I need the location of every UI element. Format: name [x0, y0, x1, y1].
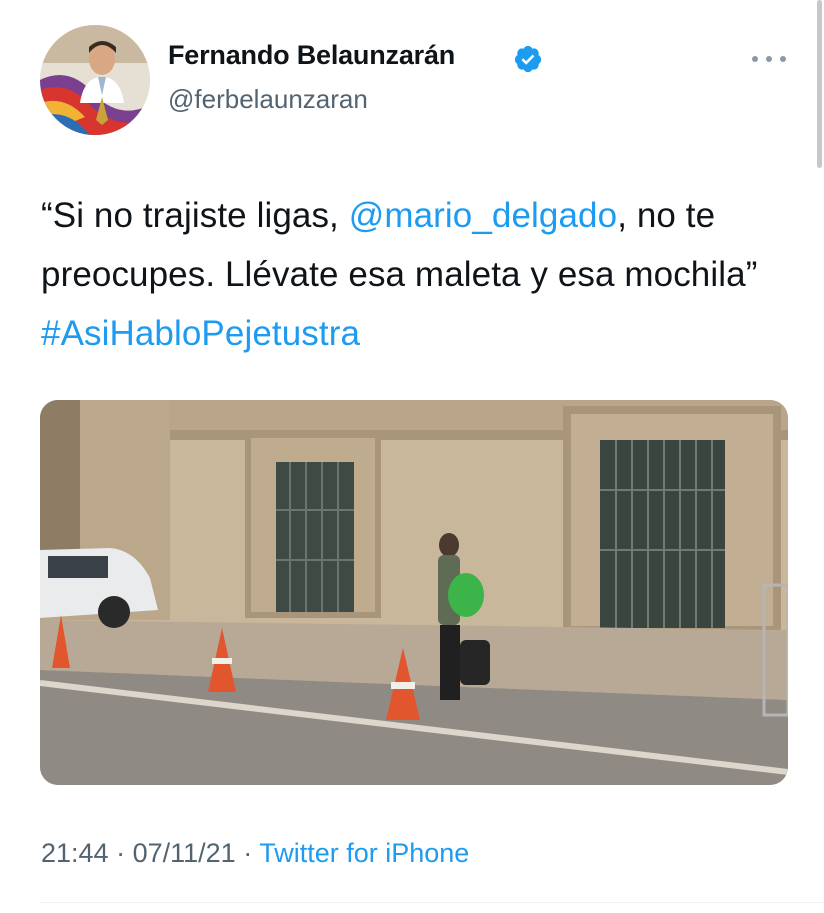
avatar[interactable] [40, 25, 150, 135]
profile-photo-icon [40, 25, 150, 135]
tweet-text-part: “Si no trajiste ligas, [41, 196, 349, 235]
dot-icon [752, 56, 758, 62]
tweet-time[interactable]: 21:44 [41, 838, 109, 868]
dot-icon [780, 56, 786, 62]
tweet-meta: 21:44 · 07/11/21 · Twitter for iPhone [41, 838, 469, 869]
tweet-date[interactable]: 07/11/21 [133, 838, 236, 868]
hashtag-link[interactable]: #AsiHabloPejetustra [41, 314, 360, 353]
more-options-icon[interactable] [752, 52, 786, 66]
verified-badge-icon [514, 45, 542, 73]
tweet-source-link[interactable]: Twitter for iPhone [259, 838, 469, 868]
author-username[interactable]: @ferbelaunzaran [168, 84, 368, 115]
tweet-text: “Si no trajiste ligas, @mario_delgado, n… [41, 186, 801, 363]
scrollbar[interactable] [817, 0, 822, 168]
author-display-name[interactable]: Fernando Belaunzarán [168, 40, 455, 71]
mention-link[interactable]: @mario_delgado [349, 196, 617, 235]
meta-separator: · [235, 838, 260, 868]
media-image-icon [40, 400, 788, 785]
dot-icon [766, 56, 772, 62]
meta-separator: · [108, 838, 133, 868]
divider [40, 902, 824, 903]
tweet-media[interactable] [40, 400, 788, 785]
